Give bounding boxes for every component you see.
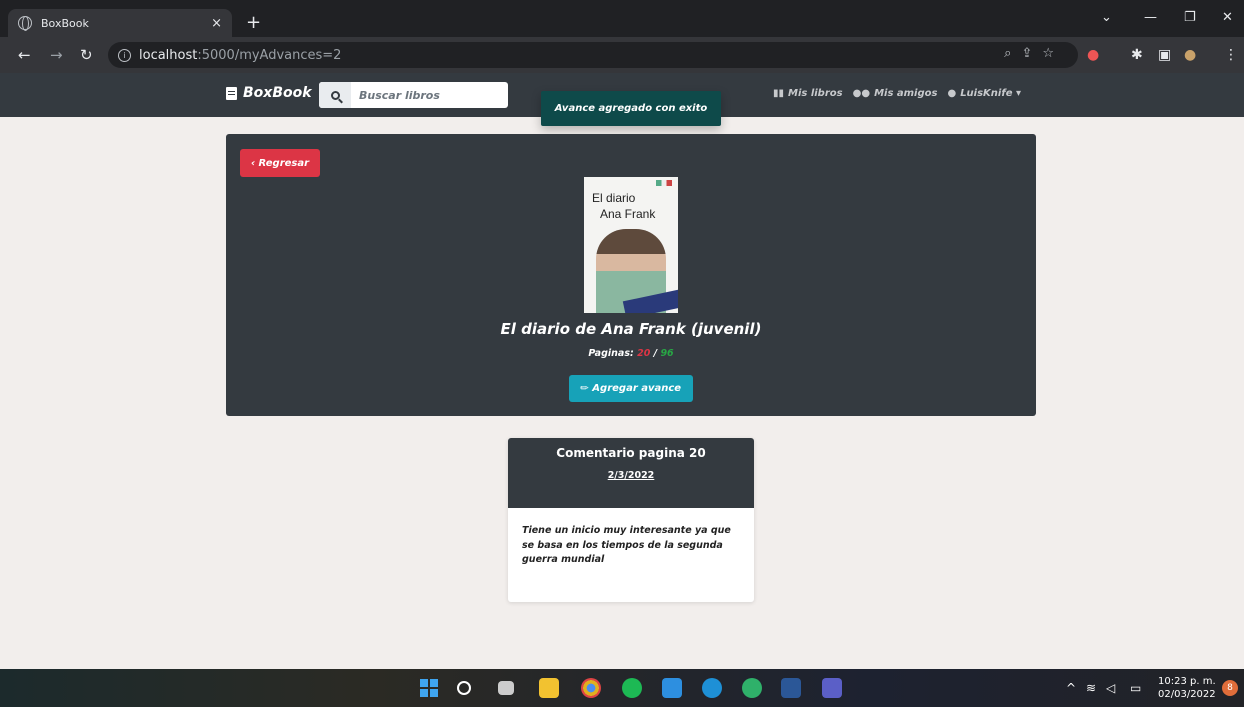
page-progress: Paginas: 20 / 96 — [226, 348, 1036, 359]
comment-date: 2/3/2022 — [607, 470, 655, 481]
profile-avatar-icon[interactable]: ● — [1184, 47, 1196, 63]
pencil-icon: ✎ — [578, 381, 592, 396]
windows-taskbar: ^ ≋ ◁ ▭ 10:23 p. m. 02/03/2022 8 — [0, 669, 1244, 707]
comment-header: Comentario pagina 20 2/3/2022 — [508, 438, 754, 508]
search-icon[interactable] — [319, 82, 351, 108]
pages-separator: / — [653, 348, 658, 359]
cover-flag — [656, 180, 672, 186]
users-icon: ●● — [852, 88, 871, 99]
pages-label: Paginas: — [588, 348, 634, 359]
book-card: ‹ Regresar El diario Ana Frank El diario… — [226, 134, 1036, 416]
edge-icon[interactable] — [702, 678, 722, 698]
tab-search-icon[interactable]: ⌄ — [1101, 10, 1112, 25]
search-taskbar-icon[interactable] — [457, 681, 471, 695]
extension-icon[interactable]: ● — [1087, 47, 1099, 63]
caret-down-icon: ▾ — [1015, 88, 1022, 99]
back-arrow-icon[interactable]: ← — [18, 46, 31, 64]
clock-time: 10:23 p. m. — [1158, 676, 1216, 687]
vscode-icon[interactable] — [662, 678, 682, 698]
tab-title: BoxBook — [41, 16, 89, 30]
cover-title-line1: El diario — [592, 191, 636, 205]
address-bar[interactable]: i localhost:5000/myAdvances=2 ⌕⇪☆ — [108, 42, 1078, 68]
nav-links: ▮▮ Mis libros ●● Mis amigos ● LuisKnife ▾ — [773, 88, 1021, 99]
reload-icon[interactable]: ↻ — [80, 46, 93, 64]
globe-icon — [18, 16, 32, 31]
battery-icon[interactable]: ▭ — [1130, 681, 1141, 695]
user-icon: ● — [947, 88, 957, 99]
pages-total: 96 — [660, 348, 674, 359]
back-button[interactable]: ‹ Regresar — [240, 149, 320, 177]
brand-logo[interactable]: BoxBook — [226, 85, 312, 101]
task-view-icon[interactable] — [498, 681, 514, 695]
comment-text: Tiene un inicio muy interesante ya que s… — [522, 525, 731, 566]
open-book-icon: ▮▮ — [773, 88, 785, 99]
spotify-icon[interactable] — [622, 678, 642, 698]
restore-icon[interactable]: ❐ — [1184, 10, 1196, 25]
wifi-icon[interactable]: ≋ — [1086, 681, 1096, 695]
side-panel-icon[interactable]: ▣ — [1158, 47, 1171, 63]
hs-app-icon[interactable] — [742, 678, 762, 698]
pages-current: 20 — [637, 348, 651, 359]
clock-date: 02/03/2022 — [1158, 689, 1216, 700]
search-box — [319, 82, 508, 108]
windows-start-icon[interactable] — [420, 679, 438, 697]
new-tab-icon[interactable]: + — [246, 12, 261, 33]
system-clock[interactable]: 10:23 p. m. 02/03/2022 — [1158, 675, 1216, 701]
browser-tab[interactable]: BoxBook × — [8, 9, 232, 37]
volume-icon[interactable]: ◁ — [1106, 681, 1115, 695]
cover-title-line2: Ana Frank — [600, 207, 656, 221]
search-input[interactable] — [351, 88, 501, 102]
nav-my-books[interactable]: ▮▮ Mis libros — [773, 88, 843, 99]
comment-title: Comentario pagina 20 — [556, 446, 706, 460]
chevron-left-icon: ‹ — [250, 157, 256, 169]
close-window-icon[interactable]: ✕ — [1222, 10, 1233, 25]
book-cover-image: El diario Ana Frank — [584, 177, 678, 313]
file-explorer-icon[interactable] — [539, 678, 559, 698]
url-path: :5000/myAdvances=2 — [197, 47, 342, 63]
browser-tabbar: BoxBook × + ⌄ — ❐ ✕ — [0, 0, 1244, 37]
nav-user-dropdown[interactable]: ● LuisKnife ▾ — [947, 88, 1021, 99]
add-advance-button[interactable]: ✎Agregar avance — [569, 375, 693, 402]
tab-close-icon[interactable]: × — [211, 16, 222, 31]
nav-my-friends[interactable]: ●● Mis amigos — [853, 88, 938, 99]
forward-arrow-icon[interactable]: → — [50, 46, 63, 64]
url-host: localhost — [139, 47, 198, 63]
chevron-up-icon[interactable]: ^ — [1066, 681, 1076, 695]
teams-icon[interactable] — [822, 678, 842, 698]
notification-badge[interactable]: 8 — [1222, 680, 1238, 696]
page-content: BoxBook ▮▮Mis libros ●●Mis amigos ●LuisK… — [0, 73, 1244, 669]
info-icon[interactable]: i — [118, 48, 131, 62]
brand-name: BoxBook — [243, 85, 312, 101]
book-title: El diario de Ana Frank (juvenil) — [500, 320, 762, 338]
word-icon[interactable] — [781, 678, 801, 698]
chrome-icon[interactable] — [581, 678, 601, 698]
minimize-icon[interactable]: — — [1144, 10, 1157, 25]
browser-toolbar: ← → ↻ i localhost:5000/myAdvances=2 ⌕⇪☆ … — [0, 37, 1244, 73]
book-icon — [226, 86, 237, 100]
puzzle-icon[interactable]: ✱ — [1131, 47, 1143, 63]
omnibox-action-icons[interactable]: ⌕⇪☆ — [1004, 46, 1064, 61]
success-toast: Avance agregado con exito — [541, 91, 721, 126]
comment-card: Comentario pagina 20 2/3/2022 Tiene un i… — [508, 438, 754, 602]
menu-kebab-icon[interactable]: ⋮ — [1224, 47, 1238, 63]
